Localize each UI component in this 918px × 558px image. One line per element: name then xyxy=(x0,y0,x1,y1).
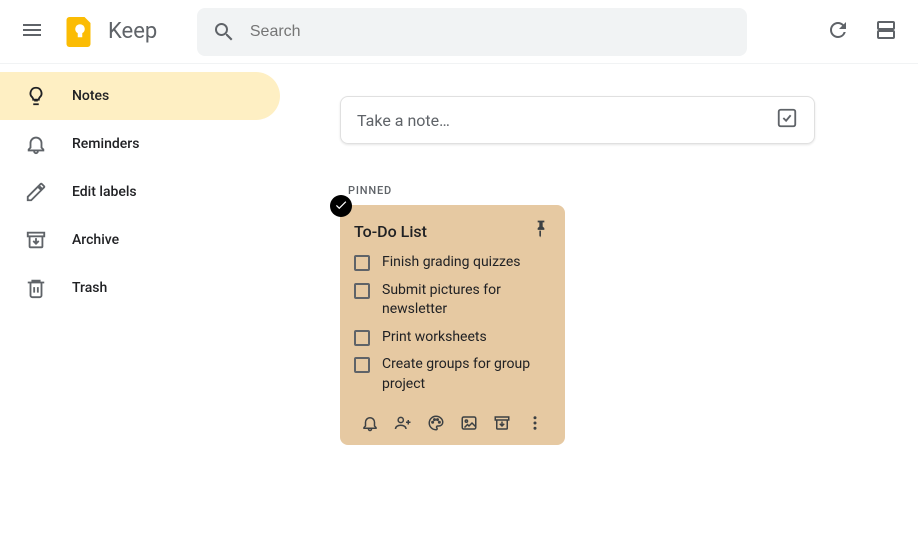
checklist: Finish grading quizzes Submit pictures f… xyxy=(354,253,551,395)
sidebar-item-label: Archive xyxy=(72,232,119,248)
note-toolbar xyxy=(354,409,551,437)
checkbox-icon[interactable] xyxy=(354,283,370,299)
search-input[interactable] xyxy=(250,23,739,41)
checklist-text: Print worksheets xyxy=(382,328,487,348)
search-icon xyxy=(205,12,242,52)
sidebar-item-label: Edit labels xyxy=(72,184,137,200)
checklist-text: Create groups for group project xyxy=(382,355,551,394)
sidebar-item-trash[interactable]: Trash xyxy=(0,264,280,312)
header-right xyxy=(814,8,910,56)
checklist-item[interactable]: Submit pictures for newsletter xyxy=(354,281,551,320)
pencil-icon xyxy=(12,181,60,203)
remind-me-button[interactable] xyxy=(356,409,384,437)
sidebar: Notes Reminders Edit labels Archive Tras… xyxy=(0,64,280,558)
main: Notes Reminders Edit labels Archive Tras… xyxy=(0,64,918,558)
refresh-icon xyxy=(826,18,850,46)
new-list-icon[interactable] xyxy=(776,107,798,133)
note-title: To-Do List xyxy=(354,222,427,241)
checklist-text: Submit pictures for newsletter xyxy=(382,281,551,320)
background-options-button[interactable] xyxy=(422,409,450,437)
header: Keep xyxy=(0,0,918,64)
more-button[interactable] xyxy=(521,409,549,437)
list-view-icon xyxy=(874,18,898,46)
checkbox-icon[interactable] xyxy=(354,357,370,373)
checkbox-icon[interactable] xyxy=(354,255,370,271)
note-title-row: To-Do List xyxy=(354,219,551,243)
search-box[interactable] xyxy=(197,8,747,56)
sidebar-item-label: Notes xyxy=(72,88,109,104)
view-toggle-button[interactable] xyxy=(862,8,910,56)
pinned-section-label: PINNED xyxy=(348,184,918,197)
sidebar-item-archive[interactable]: Archive xyxy=(0,216,280,264)
checkbox-icon[interactable] xyxy=(354,330,370,346)
note-card[interactable]: To-Do List Finish grading quizzes Submit… xyxy=(340,205,565,445)
sidebar-item-edit-labels[interactable]: Edit labels xyxy=(0,168,280,216)
checklist-item[interactable]: Print worksheets xyxy=(354,328,551,348)
keep-logo-icon xyxy=(60,12,100,52)
add-image-button[interactable] xyxy=(455,409,483,437)
take-note-input[interactable]: Take a note… xyxy=(340,96,815,144)
sidebar-item-notes[interactable]: Notes xyxy=(0,72,280,120)
collaborator-button[interactable] xyxy=(389,409,417,437)
checklist-item[interactable]: Finish grading quizzes xyxy=(354,253,551,273)
sidebar-item-reminders[interactable]: Reminders xyxy=(0,120,280,168)
pin-button[interactable] xyxy=(531,219,551,243)
checklist-text: Finish grading quizzes xyxy=(382,253,521,273)
refresh-button[interactable] xyxy=(814,8,862,56)
archive-button[interactable] xyxy=(488,409,516,437)
app-name: Keep xyxy=(108,19,157,44)
content-area: Take a note… PINNED To-Do List xyxy=(280,64,918,558)
checklist-item[interactable]: Create groups for group project xyxy=(354,355,551,394)
select-note-button[interactable] xyxy=(330,195,352,217)
lightbulb-icon xyxy=(12,85,60,107)
sidebar-item-label: Reminders xyxy=(72,136,139,152)
archive-icon xyxy=(12,229,60,251)
bell-icon xyxy=(12,133,60,155)
take-note-placeholder: Take a note… xyxy=(357,111,776,130)
check-icon xyxy=(334,197,348,216)
sidebar-item-label: Trash xyxy=(72,280,107,296)
logo-area[interactable]: Keep xyxy=(60,12,157,52)
hamburger-icon xyxy=(20,18,44,46)
main-menu-button[interactable] xyxy=(8,8,56,56)
trash-icon xyxy=(12,277,60,299)
